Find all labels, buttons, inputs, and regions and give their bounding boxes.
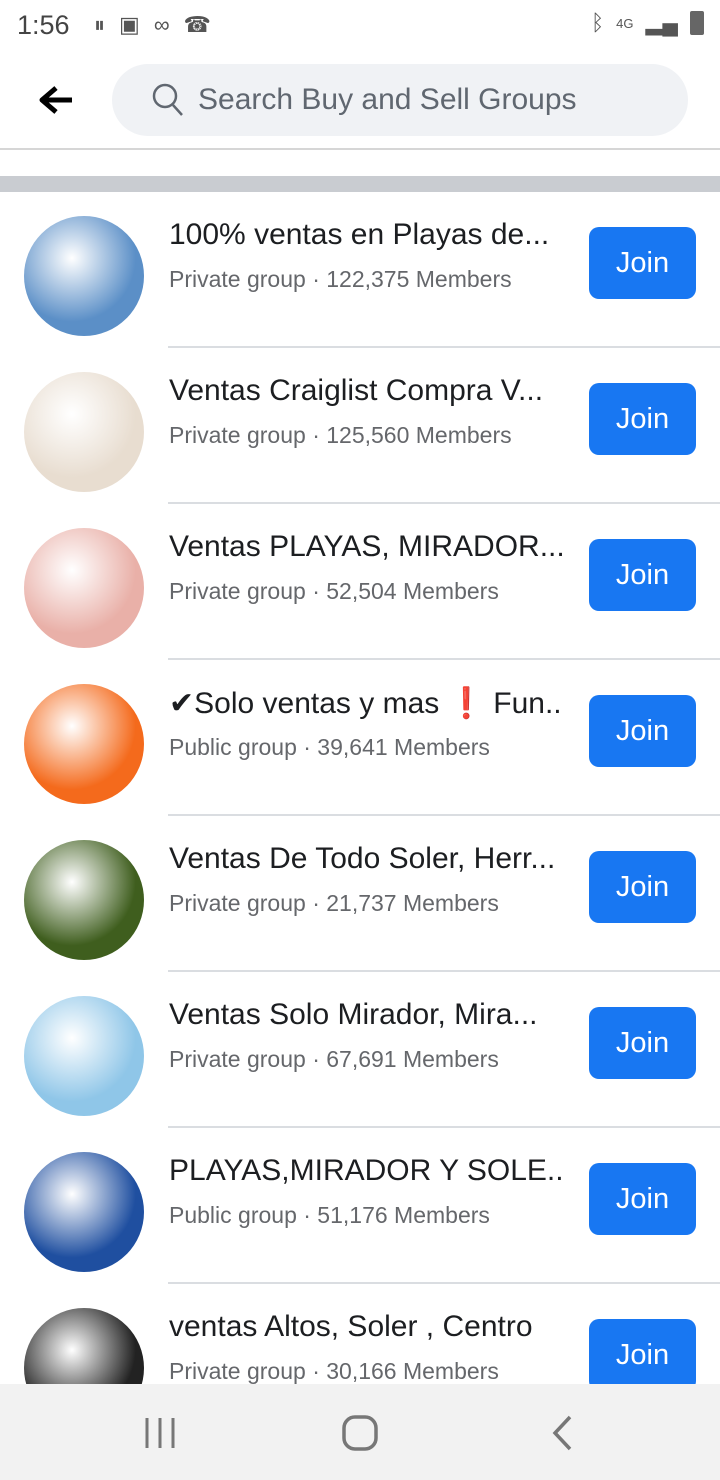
group-avatar[interactable]	[24, 684, 144, 804]
image-icon: ▣	[119, 12, 140, 37]
group-meta: Private group · 21,737 Members	[169, 890, 499, 916]
join-button[interactable]: Join	[589, 383, 696, 455]
pause-icon: ⏸	[94, 12, 106, 37]
back-arrow-icon[interactable]	[36, 80, 76, 120]
group-name[interactable]: Ventas De Todo Soler, Herr...	[169, 842, 569, 876]
group-row[interactable]: Ventas Craiglist Compra V... Private gro…	[0, 348, 720, 504]
group-row[interactable]: PLAYAS,MIRADOR Y SOLE.. Public group · 5…	[0, 1128, 720, 1284]
signal-icon: ▂▄	[645, 10, 678, 35]
voicemail-icon: ∞	[153, 12, 170, 37]
group-avatar[interactable]	[24, 372, 144, 492]
join-button[interactable]: Join	[589, 851, 696, 923]
join-button[interactable]: Join	[589, 1007, 696, 1079]
section-divider	[0, 176, 720, 192]
group-name[interactable]: ventas Altos, Soler , Centro	[169, 1310, 569, 1344]
group-meta: Private group · 52,504 Members	[169, 578, 499, 604]
group-meta: Public group · 39,641 Members	[169, 734, 490, 760]
group-meta: Public group · 51,176 Members	[169, 1202, 490, 1228]
network-label: 4G	[616, 15, 634, 31]
missed-call-icon: ☎	[183, 12, 211, 37]
group-meta: Private group · 30,166 Members	[169, 1358, 499, 1384]
android-nav-bar	[0, 1384, 720, 1480]
group-name[interactable]: PLAYAS,MIRADOR Y SOLE..	[169, 1154, 569, 1188]
search-icon	[152, 83, 183, 116]
recents-button[interactable]	[143, 1416, 177, 1455]
group-row[interactable]: Ventas PLAYAS, MIRADOR... Private group …	[0, 504, 720, 660]
group-row[interactable]: Ventas Solo Mirador, Mira... Private gro…	[0, 972, 720, 1128]
join-button[interactable]: Join	[589, 1163, 696, 1235]
group-name[interactable]: Ventas PLAYAS, MIRADOR...	[169, 530, 569, 564]
home-button[interactable]	[341, 1414, 379, 1457]
group-meta: Private group · 122,375 Members	[169, 266, 512, 292]
group-meta: Private group · 67,691 Members	[169, 1046, 499, 1072]
group-name[interactable]: 100% ventas en Playas de...	[169, 218, 569, 252]
battery-icon	[690, 11, 704, 35]
search-input[interactable]: Search Buy and Sell Groups	[112, 64, 688, 136]
group-meta: Private group · 125,560 Members	[169, 422, 512, 448]
status-bar: 1:56 ⏸ ▣ ∞ ☎ ᛒ 4G ▂▄	[0, 0, 720, 52]
header: Search Buy and Sell Groups	[0, 52, 720, 150]
group-avatar[interactable]	[24, 528, 144, 648]
search-placeholder: Search Buy and Sell Groups	[198, 83, 577, 116]
join-button[interactable]: Join	[589, 1319, 696, 1391]
join-button[interactable]: Join	[589, 695, 696, 767]
back-button[interactable]	[550, 1414, 574, 1457]
group-name[interactable]: ✔Solo ventas y mas ❗ Fun..	[169, 686, 569, 721]
join-button[interactable]: Join	[589, 227, 696, 299]
group-name[interactable]: Ventas Craiglist Compra V...	[169, 374, 569, 408]
group-avatar[interactable]	[24, 996, 144, 1116]
group-avatar[interactable]	[24, 1152, 144, 1272]
group-avatar[interactable]	[24, 840, 144, 960]
group-row[interactable]: Ventas De Todo Soler, Herr... Private gr…	[0, 816, 720, 972]
bluetooth-icon: ᛒ	[590, 10, 605, 35]
join-button[interactable]: Join	[589, 539, 696, 611]
group-row[interactable]: ✔Solo ventas y mas ❗ Fun.. Public group …	[0, 660, 720, 816]
group-list: 100% ventas en Playas de... Private grou…	[0, 192, 720, 1440]
group-avatar[interactable]	[24, 216, 144, 336]
group-name[interactable]: Ventas Solo Mirador, Mira...	[169, 998, 569, 1032]
clock: 1:56	[17, 10, 70, 40]
group-row[interactable]: 100% ventas en Playas de... Private grou…	[0, 192, 720, 348]
